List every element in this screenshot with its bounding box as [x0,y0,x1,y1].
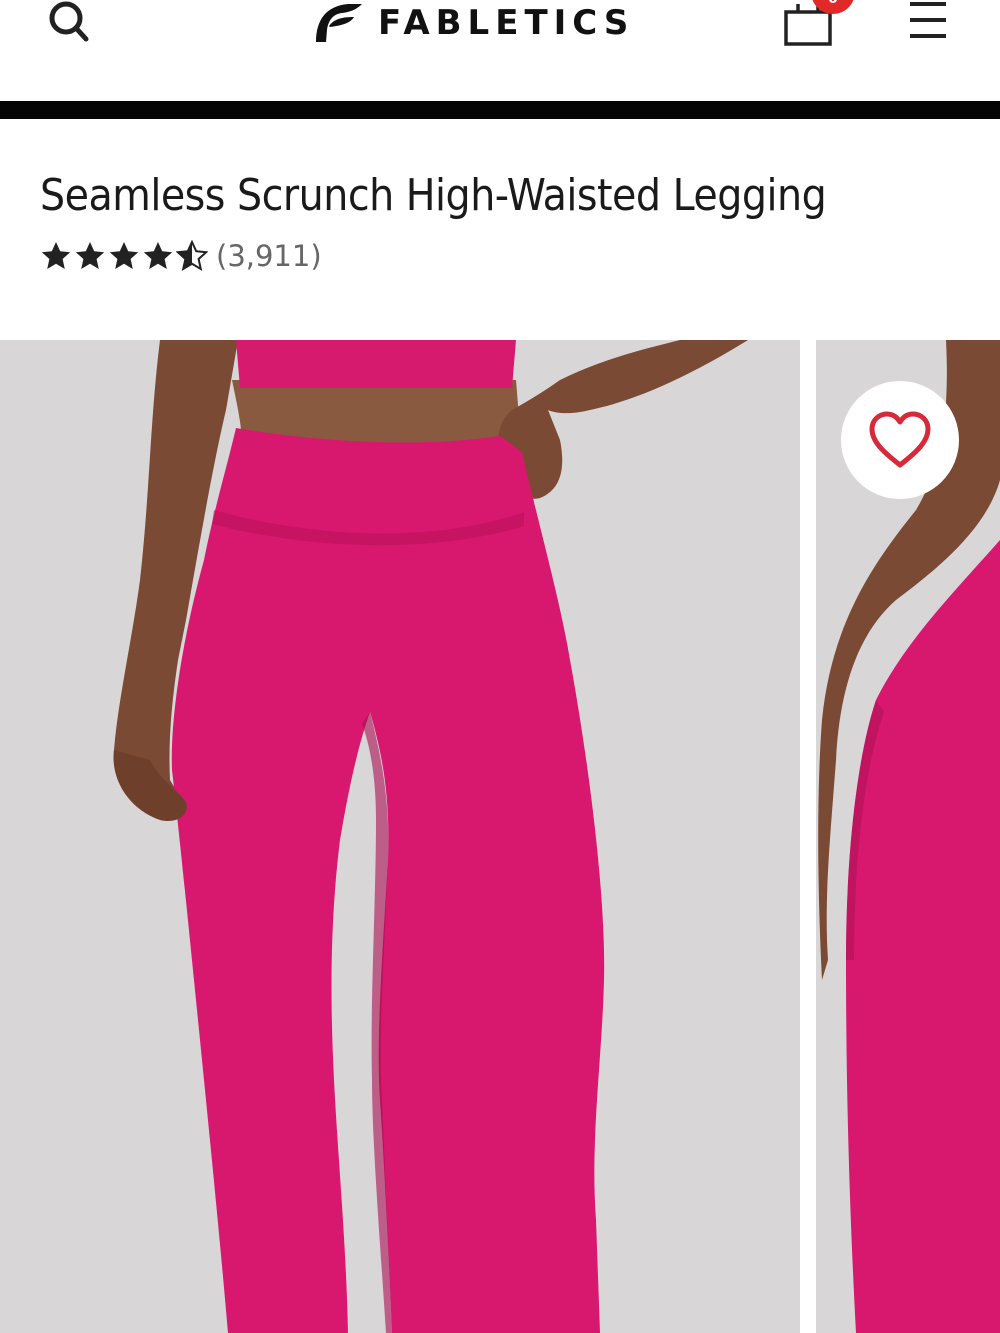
cart-count: 0 [828,0,838,7]
search-icon [49,1,89,42]
menu-button[interactable] [906,0,952,42]
favorite-button[interactable] [841,381,959,499]
star-half-icon [176,240,208,272]
star-full-icon [75,242,105,269]
star-full-icon [143,242,173,269]
star-full-icon [41,242,71,269]
product-photo-front-image [0,340,800,1333]
product-title: Seamless Scrunch High-Waisted Legging [40,170,827,221]
product-photo-front[interactable] [0,340,800,1333]
star-rating [40,240,208,272]
brand-logo-mark-icon [316,4,362,42]
product-rating[interactable]: (3,911) [40,236,322,276]
brand-logo[interactable]: FABLETICS [312,0,634,46]
star-full-icon [109,242,139,269]
site-header: FABLETICS 0 [0,0,1000,100]
brand-name: FABLETICS [378,3,635,43]
heart-outline-icon [869,411,931,468]
search-button[interactable] [42,0,94,46]
header-divider [0,101,1000,119]
review-count[interactable]: (3,911) [216,239,322,273]
hamburger-menu-icon [910,2,946,38]
product-gallery[interactable] [0,340,1000,1333]
